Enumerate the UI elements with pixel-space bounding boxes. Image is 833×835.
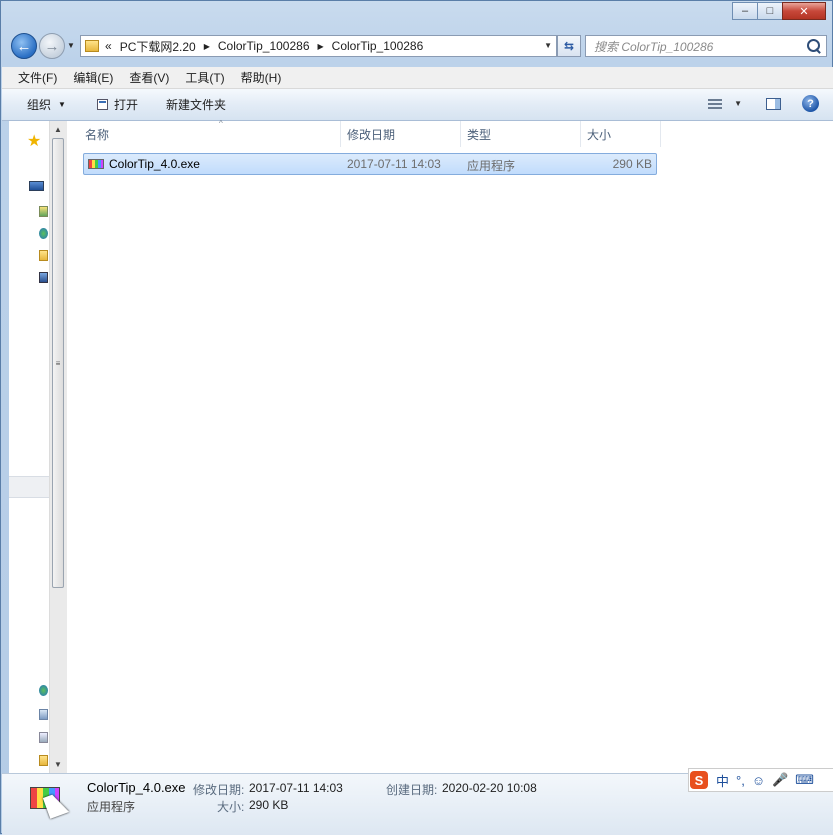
menu-tools[interactable]: 工具(T): [180, 69, 229, 86]
details-modified-value: 2017-07-11 14:03: [249, 781, 343, 795]
change-view-button[interactable]: ▼: [708, 98, 742, 109]
drive-icon[interactable]: [39, 709, 48, 720]
toolbar-right: ▼ ?: [708, 95, 819, 112]
desktop-icon[interactable]: [29, 181, 44, 191]
help-button[interactable]: ?: [802, 95, 819, 112]
sogou-logo-icon[interactable]: S: [690, 771, 708, 789]
open-button[interactable]: 打开: [96, 96, 138, 113]
search-icon[interactable]: [807, 39, 820, 52]
recent-pages-dropdown-icon[interactable]: ▼: [67, 41, 75, 50]
breadcrumb-item[interactable]: PC下载网2.20: [120, 38, 196, 55]
search-box[interactable]: 搜索 ColorTip_100286: [585, 35, 827, 57]
organize-button[interactable]: 组织 ▼: [27, 96, 66, 113]
search-input[interactable]: 搜索 ColorTip_100286: [594, 38, 713, 55]
maximize-button[interactable]: □: [757, 2, 783, 20]
nav-selected-item[interactable]: [9, 476, 49, 498]
details-file-name: ColorTip_4.0.exe: [87, 780, 186, 795]
libraries-icon[interactable]: [39, 206, 48, 217]
chevron-right-icon[interactable]: ▶: [204, 42, 210, 51]
details-size-label: 大小:: [217, 800, 245, 814]
open-label: 打开: [113, 98, 138, 112]
file-modified: 2017-07-11 14:03: [347, 157, 441, 171]
menu-view[interactable]: 查看(V): [124, 69, 174, 86]
application-icon: [88, 159, 104, 169]
microphone-icon[interactable]: 🎤: [772, 772, 788, 788]
scroll-down-icon[interactable]: ▼: [54, 760, 62, 769]
column-header-name[interactable]: 名称 ^: [79, 119, 341, 147]
navigation-bar: ← → ▼ « PC下载网2.20 ▶ ColorTip_100286 ▶ Co…: [9, 33, 829, 61]
navigation-pane: ★: [9, 121, 49, 773]
favorites-star-icon[interactable]: ★: [27, 131, 41, 151]
chevron-down-icon: ▼: [58, 100, 66, 109]
back-button[interactable]: ←: [11, 33, 37, 59]
column-header-size[interactable]: 大小: [581, 121, 661, 147]
open-icon: [96, 99, 108, 110]
file-name: ColorTip_4.0.exe: [109, 157, 200, 171]
menu-edit[interactable]: 编辑(E): [68, 69, 118, 86]
column-name-label: 名称: [85, 127, 110, 142]
details-pane: ColorTip_4.0.exe 应用程序 修改日期: 2017-07-11 1…: [2, 768, 833, 835]
new-folder-button[interactable]: 新建文件夹: [166, 96, 226, 113]
column-type-label: 类型: [467, 127, 492, 142]
menu-bar: 文件(F) 编辑(E) 查看(V) 工具(T) 帮助(H): [2, 67, 833, 89]
menu-file[interactable]: 文件(F): [13, 69, 62, 86]
details-modified-label: 修改日期:: [193, 783, 245, 797]
scroll-up-icon[interactable]: ▲: [54, 125, 62, 134]
emoji-icon[interactable]: ☺: [752, 773, 765, 788]
explorer-window: – □ ✕ ← → ▼ « PC下载网2.20 ▶ ColorTip_10028…: [0, 0, 833, 835]
forward-button[interactable]: →: [39, 33, 65, 59]
breadcrumb-overflow[interactable]: «: [105, 39, 112, 53]
file-list: 名称 ^ 修改日期 类型 大小 ColorTip_4.0.exe 2017-07…: [67, 119, 833, 773]
keyboard-icon[interactable]: ⌨: [795, 772, 814, 788]
file-type: 应用程序: [467, 159, 516, 173]
ime-toolbar: S 中 °, ☺ 🎤 ⌨: [688, 768, 833, 792]
minimize-button[interactable]: –: [732, 2, 758, 20]
column-header-type[interactable]: 类型: [461, 121, 581, 147]
menu-help[interactable]: 帮助(H): [236, 69, 287, 86]
file-size: 290 KB: [612, 157, 652, 171]
network-icon[interactable]: [39, 228, 48, 239]
close-button[interactable]: ✕: [782, 2, 826, 20]
command-bar: 组织 ▼ 打开 新建文件夹 ▼ ?: [2, 89, 833, 121]
folder-icon[interactable]: [39, 755, 48, 766]
sort-ascending-icon: ^: [219, 119, 223, 128]
document-icon[interactable]: [39, 732, 48, 743]
breadcrumb: « PC下载网2.20 ▶ ColorTip_100286 ▶ ColorTip…: [105, 38, 423, 55]
globe-icon[interactable]: [39, 685, 48, 696]
details-created-label: 创建日期:: [386, 783, 438, 797]
column-header-row: 名称 ^ 修改日期 类型 大小: [67, 119, 833, 147]
preview-pane-button[interactable]: [766, 97, 781, 110]
details-view-icon: [708, 98, 723, 109]
ime-mode-toggle[interactable]: 中: [716, 771, 729, 790]
scroll-thumb[interactable]: ≡: [52, 138, 64, 588]
mouse-cursor-icon: [42, 791, 70, 819]
chevron-right-icon[interactable]: ▶: [318, 42, 324, 51]
new-folder-label: 新建文件夹: [165, 98, 226, 112]
breadcrumb-item[interactable]: ColorTip_100286: [218, 39, 310, 53]
address-dropdown-icon[interactable]: ▼: [544, 41, 552, 50]
details-size-value: 290 KB: [249, 798, 289, 812]
chevron-down-icon[interactable]: ▼: [734, 99, 742, 108]
column-modified-label: 修改日期: [347, 127, 396, 142]
refresh-button[interactable]: ⇆: [557, 35, 581, 57]
file-row[interactable]: ColorTip_4.0.exe 2017-07-11 14:03 应用程序 2…: [83, 153, 657, 175]
organize-label: 组织: [27, 98, 52, 112]
navigation-scrollbar[interactable]: ▲ ≡ ▼: [49, 121, 67, 773]
breadcrumb-item[interactable]: ColorTip_100286: [332, 39, 424, 53]
details-file-kind: 应用程序: [87, 800, 136, 814]
punctuation-toggle-icon[interactable]: °,: [736, 773, 745, 788]
file-name-cell[interactable]: ColorTip_4.0.exe: [88, 157, 200, 171]
column-size-label: 大小: [587, 127, 612, 142]
details-created-value: 2020-02-20 10:08: [442, 781, 537, 795]
caption-buttons: – □ ✕: [732, 2, 826, 20]
folder-icon[interactable]: [39, 250, 48, 261]
address-bar[interactable]: « PC下载网2.20 ▶ ColorTip_100286 ▶ ColorTip…: [80, 35, 557, 57]
folder-icon: [85, 40, 99, 52]
computer-icon[interactable]: [39, 272, 48, 283]
column-header-modified[interactable]: 修改日期: [341, 121, 461, 147]
